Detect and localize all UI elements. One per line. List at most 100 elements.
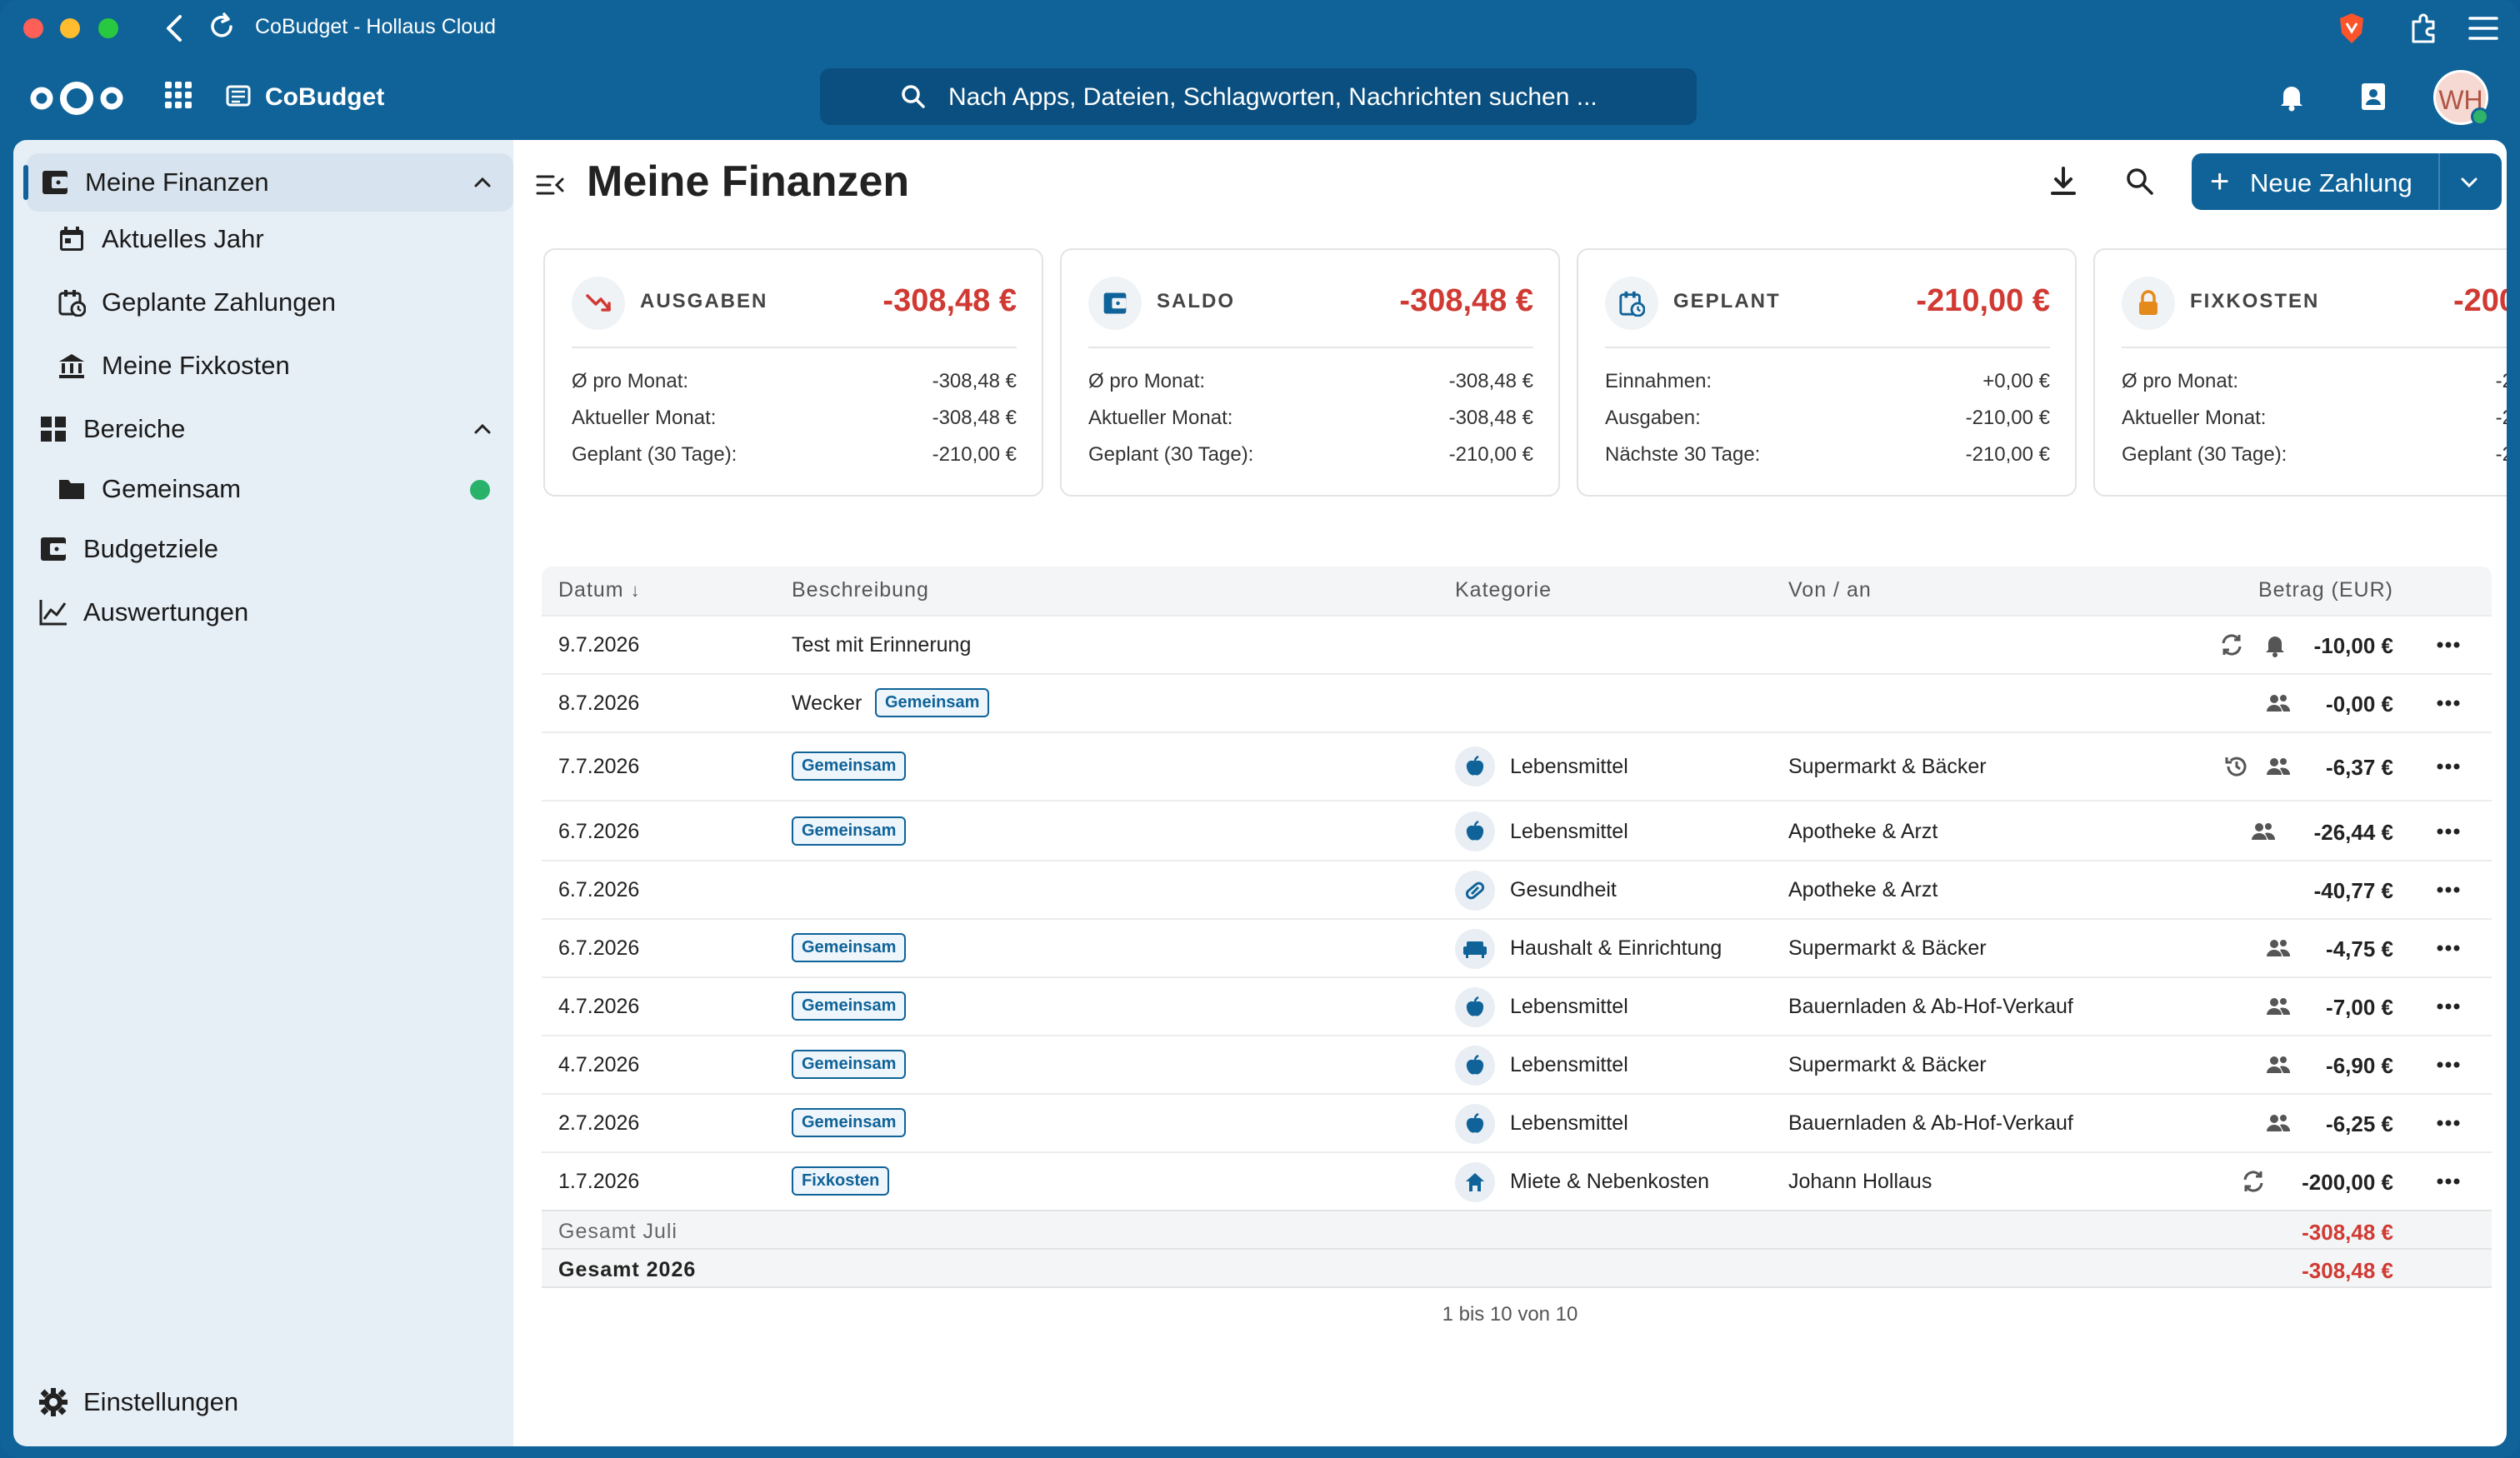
column-header-date[interactable]: Datum ↓ [558,578,641,602]
calendar-clock-icon [1605,277,1658,330]
user-avatar[interactable]: WH [2433,70,2489,126]
more-actions-icon[interactable] [2432,637,2465,653]
extensions-icon[interactable] [2407,12,2440,45]
table-row[interactable]: 9.7.2026 Test mit Erinnerung -10,00 € [542,615,2492,673]
header-label: Datum [558,578,624,602]
table-row[interactable]: 7.7.2026 Gemeinsam Lebensmittel Supermar… [542,731,2492,800]
back-icon[interactable] [163,13,185,43]
card-title: GEPLANT [1673,290,1781,312]
browser-menu-icon[interactable] [2467,13,2500,43]
sidebar-item-label: Meine Fixkosten [102,351,290,380]
table-row[interactable]: 2.7.2026 Gemeinsam Lebensmittel Bauernla… [542,1093,2492,1151]
app-name[interactable]: CoBudget [265,83,384,112]
more-actions-icon[interactable] [2432,695,2465,712]
more-actions-icon[interactable] [2432,758,2465,775]
row-value: -210,00 € [1965,407,2050,429]
card-row: Aktueller Monat: -308,48 € [572,407,1017,433]
search-icon[interactable] [2123,165,2157,198]
more-actions-icon[interactable] [2432,1173,2465,1190]
row-date: 8.7.2026 [558,692,640,715]
more-actions-icon[interactable] [2432,1115,2465,1131]
row-description: Wecker [792,692,862,715]
reload-icon[interactable] [207,12,237,42]
unified-search-bar[interactable]: Nach Apps, Dateien, Schlagworten, Nachri… [820,68,1697,125]
close-window-button[interactable] [23,18,43,38]
apple-icon [1455,987,1495,1027]
area-tag[interactable]: Gemeinsam [875,688,990,717]
column-header-amount[interactable]: Betrag (EUR) [2258,578,2393,602]
more-actions-icon[interactable] [2432,1056,2465,1073]
table-row[interactable]: 6.7.2026 Gesundheit Apotheke & Arzt -40,… [542,860,2492,918]
total-row-month: Gesamt Juli -308,48 € [542,1210,2492,1248]
contacts-icon[interactable] [2357,80,2390,113]
zoom-window-button[interactable] [98,18,118,38]
sidebar-item-aktuelles-jahr[interactable]: Aktuelles Jahr [13,210,513,268]
download-icon[interactable] [2047,165,2080,198]
table-row[interactable]: 8.7.2026 Wecker Gemeinsam -0,00 € [542,673,2492,731]
table-row[interactable]: 1.7.2026 Fixkosten Miete & Nebenkosten J… [542,1151,2492,1210]
more-actions-icon[interactable] [2432,998,2465,1015]
minimize-window-button[interactable] [60,18,80,38]
area-tag[interactable]: Gemeinsam [792,1050,907,1079]
row-key: Geplant (30 Tage): [572,443,738,466]
table-row[interactable]: 6.7.2026 Gemeinsam Lebensmittel Apotheke… [542,800,2492,860]
sidebar-item-label: Gemeinsam [102,474,242,503]
row-date: 7.7.2026 [558,755,640,778]
toggle-navigation-icon[interactable] [535,170,565,200]
chart-line-icon [37,596,70,629]
sidebar-item-budgetziele[interactable]: Budgetziele [13,520,513,578]
area-tag[interactable]: Fixkosten [792,1166,890,1196]
row-amount: -4,75 € [2326,936,2393,961]
column-header-category[interactable]: Kategorie [1455,578,1552,602]
brave-shield-icon[interactable] [2337,12,2367,45]
total-value: -308,48 € [2302,1258,2393,1283]
table-row[interactable]: 4.7.2026 Gemeinsam Lebensmittel Bauernla… [542,976,2492,1035]
sidebar-item-meine-fixkosten[interactable]: Meine Fixkosten [13,337,513,395]
card-value: -210,00 € [1916,283,2050,318]
row-date: 2.7.2026 [558,1111,640,1135]
repeat-icon [2222,634,2242,656]
sidebar-item-geplante-zahlungen[interactable]: Geplante Zahlungen [13,273,513,332]
area-tag[interactable]: Gemeinsam [792,1108,907,1137]
total-value: -308,48 € [2302,1220,2393,1245]
area-tag[interactable]: Gemeinsam [792,751,907,781]
row-key: Ø pro Monat: [572,370,689,392]
sidebar-item-auswertungen[interactable]: Auswertungen [13,583,513,642]
wallet-icon [1088,277,1142,330]
row-category: Lebensmittel [1510,755,1628,778]
sidebar-settings[interactable]: Einstellungen [13,1373,513,1431]
arrow-down-icon: ↓ [630,580,641,601]
bank-icon [55,349,88,382]
chevron-up-icon[interactable] [470,417,495,442]
more-actions-icon[interactable] [2432,940,2465,956]
table-header: Datum ↓ Beschreibung Kategorie Von / an … [542,567,2492,615]
row-date: 6.7.2026 [558,820,640,843]
sidebar-item-bereiche[interactable]: Bereiche [13,400,513,458]
row-amount: -26,44 € [2313,820,2393,845]
row-date: 9.7.2026 [558,633,640,657]
sidebar-item-meine-finanzen[interactable]: Meine Finanzen [23,153,513,212]
table-row[interactable]: 4.7.2026 Gemeinsam Lebensmittel Supermar… [542,1035,2492,1093]
nextcloud-logo-icon[interactable] [25,75,128,122]
new-payment-button[interactable]: + Neue Zahlung [2192,153,2502,210]
sidebar-item-gemeinsam[interactable]: Gemeinsam [13,460,513,518]
row-key: Aktueller Monat: [2122,407,2267,429]
divider [1088,347,1533,348]
column-header-description[interactable]: Beschreibung [792,578,929,602]
app-menu-grid-icon[interactable] [165,82,192,108]
area-tag[interactable]: Gemeinsam [792,933,907,962]
table-row[interactable]: 6.7.2026 Gemeinsam Haushalt & Einrichtun… [542,918,2492,976]
more-actions-icon[interactable] [2432,823,2465,840]
column-header-party[interactable]: Von / an [1788,578,1872,602]
row-value: -308,48 € [1448,370,1533,392]
sidebar-item-label: Geplante Zahlungen [102,287,336,317]
page-title: Meine Finanzen [587,157,910,206]
more-actions-icon[interactable] [2432,881,2465,898]
area-tag[interactable]: Gemeinsam [792,816,907,846]
chevron-down-icon[interactable] [2457,170,2482,195]
divider [1605,347,2050,348]
row-value: -2 [2495,407,2507,429]
notifications-bell-icon[interactable] [2275,80,2308,113]
chevron-up-icon[interactable] [470,170,495,195]
area-tag[interactable]: Gemeinsam [792,991,907,1021]
